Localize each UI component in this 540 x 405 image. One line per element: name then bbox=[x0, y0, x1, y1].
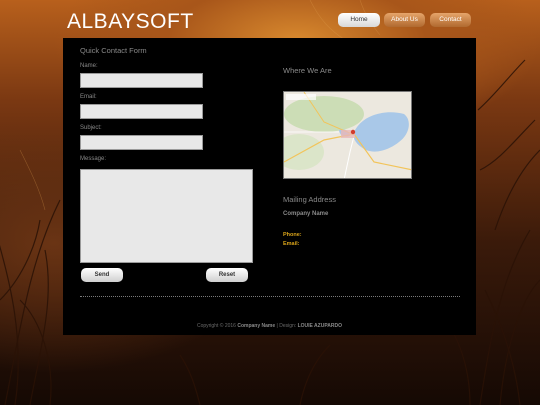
name-label: Name: bbox=[80, 63, 98, 69]
footer-designer-link[interactable]: LOUIE AZUPARDO bbox=[298, 323, 342, 329]
email-input[interactable] bbox=[80, 104, 203, 119]
footer-copyright: Copyright © 2016 bbox=[196, 323, 236, 329]
location-map[interactable] bbox=[283, 91, 412, 179]
footer-design-prefix: | Design: bbox=[276, 323, 297, 329]
message-textarea[interactable] bbox=[80, 169, 253, 263]
nav-about-button[interactable]: About Us bbox=[384, 13, 425, 27]
contact-form-title: Quick Contact Form bbox=[80, 46, 147, 55]
footer-divider bbox=[80, 296, 460, 297]
mailing-company-name: Company Name bbox=[283, 211, 329, 217]
subject-input[interactable] bbox=[80, 135, 203, 150]
footer: Copyright © 2016 Company Name | Design: … bbox=[63, 323, 476, 329]
message-label: Message: bbox=[80, 156, 107, 162]
phone-label: Phone: bbox=[283, 232, 302, 238]
reset-button[interactable]: Reset bbox=[206, 268, 248, 282]
content-panel: Quick Contact Form Name: Email: Subject:… bbox=[63, 38, 476, 335]
site-logo[interactable]: ALBAYSOFT bbox=[67, 10, 194, 34]
nav-contact-button[interactable]: Contact bbox=[430, 13, 471, 27]
footer-company: Company Name bbox=[237, 323, 276, 329]
email-label: Email: bbox=[80, 94, 97, 100]
name-input[interactable] bbox=[80, 73, 203, 88]
mailing-address-heading: Mailing Address bbox=[283, 195, 336, 204]
subject-label: Subject: bbox=[80, 125, 102, 131]
map-pin-icon bbox=[350, 129, 356, 135]
where-we-are-heading: Where We Are bbox=[283, 66, 332, 75]
send-button[interactable]: Send bbox=[81, 268, 123, 282]
nav-home-button[interactable]: Home bbox=[338, 13, 380, 27]
map-image bbox=[284, 92, 411, 178]
email-contact-label: Email: bbox=[283, 241, 300, 247]
